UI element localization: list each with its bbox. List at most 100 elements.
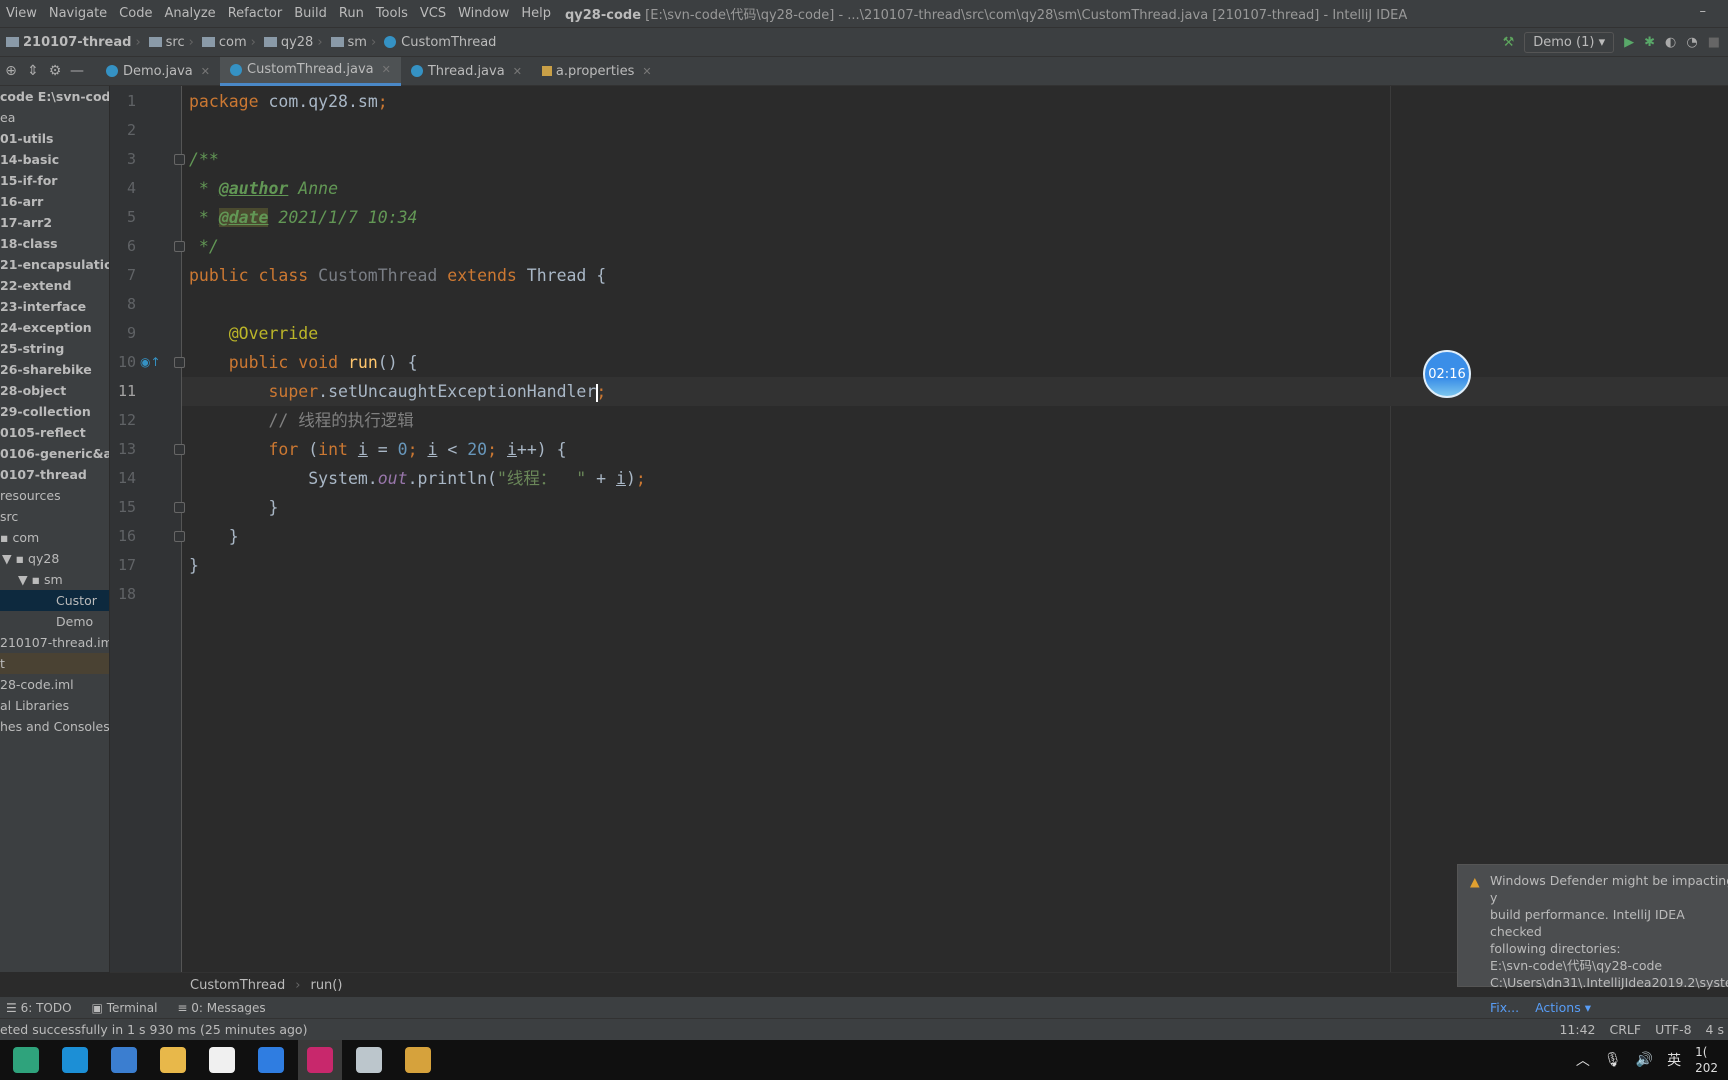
timer-badge[interactable]: 02:16: [1423, 350, 1471, 398]
code-line[interactable]: }: [189, 522, 239, 551]
fold-marker-icon[interactable]: [174, 357, 185, 368]
fold-marker-icon[interactable]: [174, 531, 185, 542]
code-line[interactable]: package com.qy28.sm;: [189, 87, 388, 116]
menu-help[interactable]: Help: [515, 6, 557, 21]
stop-icon[interactable]: ■: [1708, 35, 1720, 50]
code-line[interactable]: * @author Anne: [189, 174, 338, 203]
gear-icon[interactable]: ⚙: [44, 63, 66, 79]
close-icon[interactable]: ✕: [642, 65, 651, 78]
tree-item[interactable]: 17-arr2: [0, 212, 109, 233]
locate-icon[interactable]: ⊕: [0, 63, 22, 79]
menu-tools[interactable]: Tools: [370, 6, 414, 21]
taskbar-app-8[interactable]: [347, 1040, 391, 1080]
close-icon[interactable]: ✕: [382, 63, 391, 76]
tree-item[interactable]: 28-code.iml: [0, 674, 109, 695]
menu-analyze[interactable]: Analyze: [158, 6, 221, 21]
code-line[interactable]: // 线程的执行逻辑: [189, 406, 413, 435]
tab-demo-java[interactable]: Demo.java ✕: [96, 57, 220, 86]
menu-view[interactable]: View: [0, 6, 43, 21]
taskbar-edge[interactable]: [53, 1040, 97, 1080]
taskbar-intellij[interactable]: [298, 1040, 342, 1080]
breadcrumb-item[interactable]: qy28 ›: [263, 35, 327, 50]
menu-refactor[interactable]: Refactor: [222, 6, 289, 21]
minimize-button[interactable]: –: [1700, 4, 1707, 19]
tree-item[interactable]: 0107-thread: [0, 464, 109, 485]
coverage-icon[interactable]: ◐: [1665, 35, 1676, 50]
taskbar-paint[interactable]: [396, 1040, 440, 1080]
build-hammer-icon[interactable]: ⚒: [1503, 35, 1515, 50]
fold-marker-icon[interactable]: [174, 154, 185, 165]
code-editor[interactable]: 1 2 3 4 5 6 7 8 9 10 ◉↑ 11 12 13 14 15 16 17 18 package co…: [110, 86, 1728, 972]
code-line[interactable]: }: [189, 493, 278, 522]
code-line[interactable]: * @date 2021/1/7 10:34: [189, 203, 418, 232]
tab-customthread-java[interactable]: CustomThread.java ✕: [220, 56, 401, 86]
tree-item[interactable]: ▼ ▪ qy28: [0, 548, 109, 569]
taskbar-wps[interactable]: [249, 1040, 293, 1080]
profile-icon[interactable]: ◔: [1686, 35, 1697, 50]
breadcrumb-item[interactable]: sm ›: [330, 35, 381, 50]
debug-icon[interactable]: ✱: [1644, 35, 1655, 50]
tool-window-todo[interactable]: ☰ 6: TODO: [6, 1001, 72, 1015]
close-icon[interactable]: ✕: [201, 65, 210, 78]
tree-item[interactable]: 23-interface: [0, 296, 109, 317]
fold-marker-icon[interactable]: [174, 502, 185, 513]
caret-position[interactable]: 11:42: [1559, 1022, 1595, 1037]
breadcrumb-item[interactable]: src ›: [148, 35, 198, 50]
tab-thread-java[interactable]: Thread.java ✕: [401, 57, 532, 86]
tree-item[interactable]: t: [0, 653, 109, 674]
tree-item[interactable]: 21-encapsulation: [0, 254, 109, 275]
code-line[interactable]: /**: [189, 145, 219, 174]
status-message[interactable]: eted successfully in 1 s 930 ms (25 minu…: [0, 1022, 307, 1037]
tree-item[interactable]: 15-if-for: [0, 170, 109, 191]
tree-item[interactable]: 18-class: [0, 233, 109, 254]
menu-run[interactable]: Run: [333, 6, 370, 21]
code-line[interactable]: super.setUncaughtExceptionHandler;: [189, 377, 606, 406]
taskbar-file-explorer[interactable]: [151, 1040, 195, 1080]
menu-window[interactable]: Window: [452, 6, 515, 21]
code-line[interactable]: public void run() {: [189, 348, 418, 377]
tree-item[interactable]: 210107-thread.iml: [0, 632, 109, 653]
tree-item[interactable]: resources: [0, 485, 109, 506]
tree-item[interactable]: al Libraries: [0, 695, 109, 716]
tree-item[interactable]: hes and Consoles: [0, 716, 109, 737]
menu-build[interactable]: Build: [288, 6, 333, 21]
tool-window-terminal[interactable]: ▣ Terminal: [92, 1001, 158, 1015]
breadcrumb-item[interactable]: com ›: [201, 35, 260, 50]
tree-item[interactable]: ea: [0, 107, 109, 128]
code-line[interactable]: for (int i = 0; i < 20; i++) {: [189, 435, 566, 464]
breadcrumb-item[interactable]: 210107-thread ›: [6, 35, 145, 50]
tab-a-properties[interactable]: a.properties ✕: [532, 57, 662, 86]
fold-marker-icon[interactable]: [174, 444, 185, 455]
overrides-method-icon[interactable]: ◉↑: [140, 355, 161, 369]
tree-item[interactable]: code E:\svn-code\: [0, 86, 109, 107]
tree-item[interactable]: 0105-reflect: [0, 422, 109, 443]
taskbar-typora[interactable]: [200, 1040, 244, 1080]
input-method-indicator[interactable]: 英: [1667, 1050, 1681, 1070]
breadcrumb-class[interactable]: CustomThread: [190, 978, 285, 993]
run-icon[interactable]: ▶: [1624, 35, 1634, 50]
tool-window-messages[interactable]: ≡ 0: Messages: [177, 1001, 265, 1015]
code-line[interactable]: @Override: [189, 319, 318, 348]
code-line[interactable]: */: [189, 232, 219, 261]
code-line[interactable]: public class CustomThread extends Thread…: [189, 261, 606, 290]
tree-item[interactable]: ▪ com: [0, 527, 109, 548]
code-line[interactable]: System.out.println("线程： " + i);: [189, 464, 646, 493]
taskbar-app-3[interactable]: [102, 1040, 146, 1080]
breadcrumb-method[interactable]: run(): [310, 978, 342, 993]
hide-icon[interactable]: —: [66, 63, 88, 79]
close-icon[interactable]: ✕: [513, 65, 522, 78]
collapse-all-icon[interactable]: ⇕: [22, 63, 44, 79]
tree-item[interactable]: Custor: [0, 590, 109, 611]
tree-item[interactable]: 22-extend: [0, 275, 109, 296]
taskbar-app-1[interactable]: [4, 1040, 48, 1080]
menu-navigate[interactable]: Navigate: [43, 6, 113, 21]
volume-icon[interactable]: 🔊: [1636, 1052, 1653, 1068]
tree-item[interactable]: 14-basic: [0, 149, 109, 170]
tree-item[interactable]: Demo: [0, 611, 109, 632]
tree-item[interactable]: 16-arr: [0, 191, 109, 212]
menu-code[interactable]: Code: [113, 6, 158, 21]
show-hidden-icons-icon[interactable]: ︿: [1576, 1050, 1590, 1070]
clock[interactable]: 1(202: [1695, 1044, 1718, 1076]
fix-link[interactable]: Fix...: [1490, 999, 1519, 1016]
microphone-icon[interactable]: 🎙: [1604, 1052, 1622, 1068]
